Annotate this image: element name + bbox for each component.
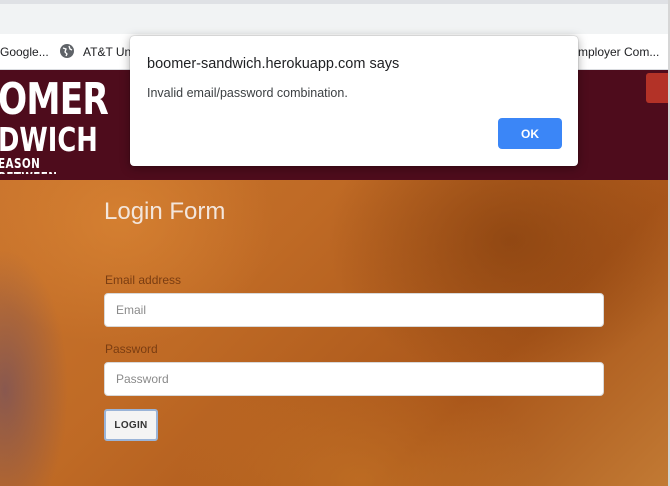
ok-button[interactable]: OK (498, 118, 562, 149)
logo-line-1: OMER (0, 74, 109, 125)
bookmark-google[interactable]: Google... (0, 45, 49, 59)
site-logo[interactable]: OMER DWICH EASON BETWEEN (0, 74, 110, 175)
login-button[interactable]: LOGIN (104, 409, 158, 441)
logo-line-3: EASON BETWEEN (0, 157, 57, 175)
password-field[interactable] (104, 362, 604, 396)
alert-message: Invalid email/password combination. (147, 86, 348, 100)
alert-title: boomer-sandwich.herokuapp.com says (147, 56, 400, 72)
email-field[interactable] (104, 293, 604, 327)
bookmark-employer[interactable]: mployer Com... (578, 45, 659, 59)
password-label: Password (105, 342, 158, 356)
alert-dialog: boomer-sandwich.herokuapp.com says Inval… (130, 36, 578, 166)
logo-line-2: DWICH (0, 120, 98, 159)
bookmark-att[interactable]: AT&T Un (83, 45, 131, 59)
email-label: Email address (105, 273, 182, 287)
login-section: Login Form Email address Password LOGIN (0, 180, 670, 486)
login-form-title: Login Form (104, 198, 226, 225)
header-action-button[interactable] (646, 73, 670, 103)
globe-icon (60, 44, 74, 58)
browser-tab-strip (0, 4, 670, 34)
